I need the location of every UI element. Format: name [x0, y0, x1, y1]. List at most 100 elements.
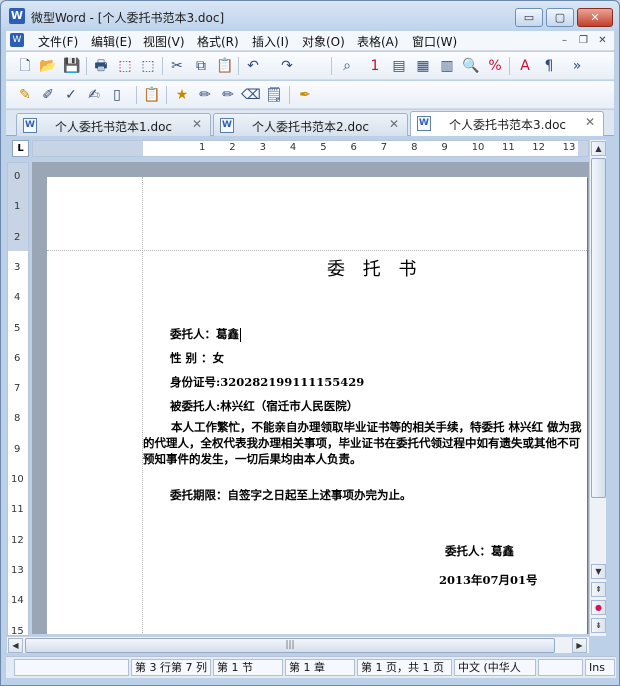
- paste-special-icon[interactable]: 📋: [141, 85, 163, 105]
- edit-pen-icon[interactable]: ✐: [37, 85, 59, 105]
- ruler-tick-label: 7: [14, 383, 21, 395]
- menu-format[interactable]: 格式(R): [197, 33, 239, 50]
- margin-guide-horizontal: [47, 250, 587, 251]
- percent-icon[interactable]: %: [484, 56, 506, 76]
- font-color-icon[interactable]: A: [514, 56, 536, 76]
- mdi-close-button[interactable]: ✕: [594, 33, 611, 49]
- horizontal-scroll-thumb[interactable]: |||: [25, 638, 555, 653]
- document-menu-icon[interactable]: W: [10, 33, 24, 47]
- open-folder-icon[interactable]: 📂: [37, 56, 59, 76]
- pdf-export-icon[interactable]: ⬚: [114, 56, 136, 76]
- scroll-up-button[interactable]: ▲: [591, 141, 606, 156]
- tab-close-icon[interactable]: ✕: [192, 117, 202, 131]
- find-icon[interactable]: ⌕: [336, 56, 358, 76]
- browse-object-button[interactable]: ●: [591, 600, 606, 615]
- page-number-icon[interactable]: 1: [364, 56, 386, 76]
- paragraph-format-icon[interactable]: ¶: [538, 56, 560, 76]
- status-bar: 第 3 行第 7 列 第 1 节 第 1 章 第 1 页，共 1 页 中文 (中…: [6, 656, 616, 678]
- ruler-tick-label: 9: [14, 443, 21, 455]
- new-document-icon[interactable]: 🗋: [14, 56, 36, 76]
- columns-icon[interactable]: ▦: [412, 56, 434, 76]
- toolbar-separator: [331, 57, 332, 75]
- tab-label: 个人委托书范本1.doc: [55, 120, 173, 134]
- menu-table[interactable]: 表格(A): [357, 33, 399, 50]
- eraser-icon[interactable]: ⌫: [240, 85, 262, 105]
- editing-toolbar: ✎ ✐ ✓ ✍ ▯ 📋 ★ ✏ ✏ ⌫ 🗒 ✒: [6, 81, 614, 109]
- word-app-icon[interactable]: W: [9, 8, 25, 24]
- toolbar-overflow-button[interactable]: »: [566, 56, 588, 76]
- copy-icon[interactable]: ⧉: [190, 56, 212, 76]
- document-icon: W: [23, 118, 37, 133]
- vertical-scroll-thumb[interactable]: [591, 158, 606, 498]
- menu-insert[interactable]: 插入(I): [252, 33, 289, 50]
- tab-close-icon[interactable]: ✕: [585, 115, 595, 129]
- print-preview-icon[interactable]: ⬚: [137, 56, 159, 76]
- multi-column-icon[interactable]: ▥: [436, 56, 458, 76]
- tab-document-1[interactable]: W 个人委托书范本1.doc ✕: [16, 113, 211, 136]
- menu-edit[interactable]: 编辑(E): [91, 33, 132, 50]
- menu-object[interactable]: 对象(O): [302, 33, 345, 50]
- mdi-restore-button[interactable]: ❐: [575, 33, 592, 49]
- tab-document-2[interactable]: W 个人委托书范本2.doc ✕: [213, 113, 408, 136]
- ruler-tick-label: 13: [11, 564, 24, 576]
- pencil-icon[interactable]: ✏: [217, 85, 239, 105]
- edit-document-icon[interactable]: ✎: [14, 85, 36, 105]
- document-page[interactable]: 委 托 书 委托人：葛鑫 性 别 ：女 身份证号:320282199111155…: [47, 177, 587, 634]
- ruler-tick-label: 11: [11, 504, 24, 516]
- agent-line: 被委托人:林兴红（宿迁市人民医院）: [170, 399, 359, 413]
- save-icon[interactable]: 💾: [61, 56, 83, 76]
- mdi-minimize-button[interactable]: –: [556, 33, 573, 49]
- minimize-button[interactable]: ▭: [515, 8, 543, 27]
- scroll-left-button[interactable]: ◀: [8, 638, 23, 653]
- margin-guide-vertical: [142, 177, 143, 634]
- menu-file[interactable]: 文件(F): [38, 33, 78, 50]
- vertical-ruler[interactable]: 0 1 2 3 4 5 6 7 8 9 10 11 12 13 14 15: [7, 162, 29, 636]
- ruler-tick-label: 6: [350, 142, 357, 153]
- ruler-left-margin: [33, 141, 143, 156]
- scroll-down-button[interactable]: ▼: [591, 564, 606, 579]
- principal-name: 葛鑫: [216, 327, 239, 341]
- status-position: 第 3 行第 7 列: [131, 659, 211, 676]
- toolbar-separator: [166, 86, 167, 104]
- next-page-button[interactable]: ⇟: [591, 618, 606, 633]
- close-button[interactable]: ✕: [577, 8, 613, 27]
- cut-icon[interactable]: ✂: [166, 56, 188, 76]
- redo-icon[interactable]: ↷: [276, 56, 298, 76]
- paste-icon[interactable]: 📋: [214, 56, 236, 76]
- notepad-icon[interactable]: 🗒: [263, 85, 285, 105]
- document-canvas[interactable]: 委 托 书 委托人：葛鑫 性 别 ：女 身份证号:320282199111155…: [32, 162, 589, 634]
- menu-bar: W 文件(F) 编辑(E) 视图(V) 格式(R) 插入(I) 对象(O) 表格…: [6, 31, 614, 51]
- print-icon[interactable]: 🖶: [90, 56, 112, 76]
- signature-line: 委托人：葛鑫: [445, 544, 514, 558]
- tab-label: 个人委托书范本3.doc: [449, 118, 567, 132]
- vertical-scrollbar[interactable]: ▲ ▼ ⇞ ● ⇟: [589, 140, 606, 636]
- scroll-right-button[interactable]: ▶: [572, 638, 587, 653]
- document-blank-icon[interactable]: ▯: [106, 85, 128, 105]
- toolbar-separator: [509, 57, 510, 75]
- ruler-tick-label: 8: [411, 142, 418, 153]
- menu-window[interactable]: 窗口(W): [412, 33, 457, 50]
- ruler-tick-label: 2: [14, 231, 21, 243]
- document-sign-icon[interactable]: ✍: [83, 85, 105, 105]
- pencil-green-icon[interactable]: ✏: [194, 85, 216, 105]
- status-insert-mode[interactable]: Ins: [585, 659, 615, 676]
- insert-table-icon[interactable]: ▤: [388, 56, 410, 76]
- document-check-icon[interactable]: ✓: [60, 85, 82, 105]
- undo-icon[interactable]: ↶: [242, 56, 264, 76]
- ruler-tick-label: 4: [14, 292, 21, 304]
- highlight-star-icon[interactable]: ★: [171, 85, 193, 105]
- tab-label: 个人委托书范本2.doc: [252, 120, 370, 134]
- horizontal-scrollbar[interactable]: ◀ ||| ▶: [7, 636, 589, 653]
- tab-stop-selector[interactable]: L: [12, 140, 29, 157]
- sign-document-icon[interactable]: ✒: [294, 85, 316, 105]
- tab-document-3[interactable]: W 个人委托书范本3.doc ✕: [410, 111, 604, 136]
- id-number-line: 身份证号:320282199111155429: [170, 375, 365, 389]
- horizontal-ruler[interactable]: 1234567891011121314: [32, 140, 589, 157]
- ruler-tick-label: 10: [11, 474, 24, 485]
- maximize-button[interactable]: ▢: [546, 8, 574, 27]
- text-cursor: [240, 328, 241, 342]
- previous-page-button[interactable]: ⇞: [591, 582, 606, 597]
- tab-close-icon[interactable]: ✕: [389, 117, 399, 131]
- zoom-icon[interactable]: 🔍: [460, 56, 482, 76]
- menu-view[interactable]: 视图(V): [143, 33, 185, 50]
